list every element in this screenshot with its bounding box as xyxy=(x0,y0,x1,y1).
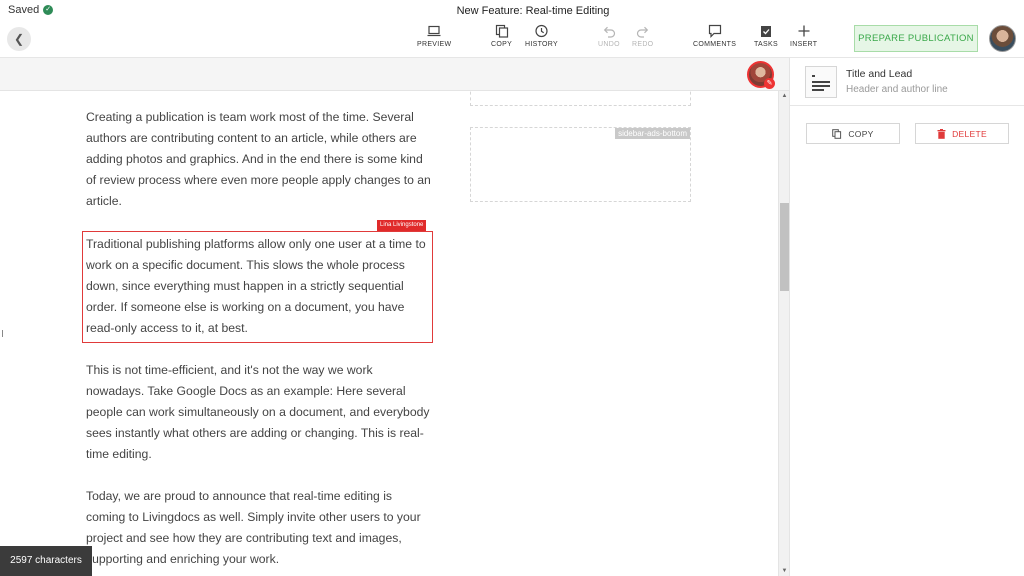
undo-icon xyxy=(603,26,615,38)
tasks-label: TASKS xyxy=(754,41,778,48)
copy-button[interactable]: COPY xyxy=(491,24,512,54)
paragraph-3[interactable]: This is not time-efficient, and it's not… xyxy=(86,360,432,465)
preview-label: PREVIEW xyxy=(417,41,452,48)
copy-component-label: COPY xyxy=(848,128,874,139)
prepare-publication-button[interactable]: PREPARE PUBLICATION xyxy=(854,25,978,52)
copy-label: COPY xyxy=(491,41,513,48)
chevron-left-icon: ❮ xyxy=(13,32,25,46)
redo-icon xyxy=(636,26,648,38)
undo-label: UNDO xyxy=(598,41,620,48)
preview-button[interactable]: PREVIEW xyxy=(417,24,451,54)
lock-user-tag: Lina Livingstone xyxy=(377,220,427,231)
component-subtitle: Header and author line xyxy=(846,84,948,95)
plus-icon xyxy=(798,25,810,37)
document-title: New Feature: Real-time Editing xyxy=(456,5,610,17)
comments-icon xyxy=(708,24,721,38)
comments-label: COMMENTS xyxy=(693,41,737,48)
tasks-button[interactable]: TASKS xyxy=(754,24,778,54)
ad-placeholder-bottom: sidebar-ads-bottom xyxy=(470,127,691,202)
history-icon xyxy=(535,24,549,38)
component-title: Title and Lead xyxy=(846,68,913,80)
back-button[interactable]: ❮ xyxy=(7,27,31,51)
insert-button[interactable]: INSERT xyxy=(790,24,817,54)
editor-subbar xyxy=(0,58,789,91)
insert-label: INSERT xyxy=(790,41,818,48)
character-count: 2597 characters xyxy=(0,546,92,576)
locked-paragraph[interactable]: Traditional publishing platforms allow o… xyxy=(82,231,433,343)
redo-button[interactable]: REDO xyxy=(632,24,653,54)
tasks-icon xyxy=(760,26,771,37)
trash-icon xyxy=(937,128,946,139)
undo-button[interactable]: UNDO xyxy=(598,24,620,54)
redo-label: REDO xyxy=(632,41,654,48)
ad-placeholder-top xyxy=(470,91,691,106)
text-cursor xyxy=(2,330,3,337)
history-label: HISTORY xyxy=(525,41,558,48)
collaborator-avatar[interactable]: ✎ xyxy=(747,61,775,89)
copy-icon xyxy=(832,128,842,139)
component-header: Title and Lead Header and author line xyxy=(790,58,1024,106)
editor-canvas[interactable]: sidebar-ads-bottom Creating a publicatio… xyxy=(0,91,778,576)
editor-scrollbar[interactable]: ▲ ▼ xyxy=(778,91,789,576)
title-lead-component-icon xyxy=(805,66,837,98)
delete-component-button[interactable]: DELETE xyxy=(915,123,1009,144)
paragraph-4[interactable]: Today, we are proud to announce that rea… xyxy=(86,486,432,570)
top-toolbar: Saved ✓ New Feature: Real-time Editing ❮… xyxy=(0,0,1024,58)
history-button[interactable]: HISTORY xyxy=(525,24,558,54)
properties-sidebar: Title and Lead Header and author line CO… xyxy=(789,58,1024,576)
comments-button[interactable]: COMMENTS xyxy=(693,24,736,54)
scroll-thumb[interactable] xyxy=(780,203,789,291)
copy-icon xyxy=(495,24,508,38)
copy-component-button[interactable]: COPY xyxy=(806,123,900,144)
user-avatar[interactable] xyxy=(989,25,1016,52)
laptop-icon xyxy=(427,25,441,37)
ad-label: sidebar-ads-bottom xyxy=(615,128,690,139)
pencil-icon: ✎ xyxy=(764,78,775,89)
paragraph-1[interactable]: Creating a publication is team work most… xyxy=(86,107,432,212)
delete-component-label: DELETE xyxy=(952,128,987,139)
